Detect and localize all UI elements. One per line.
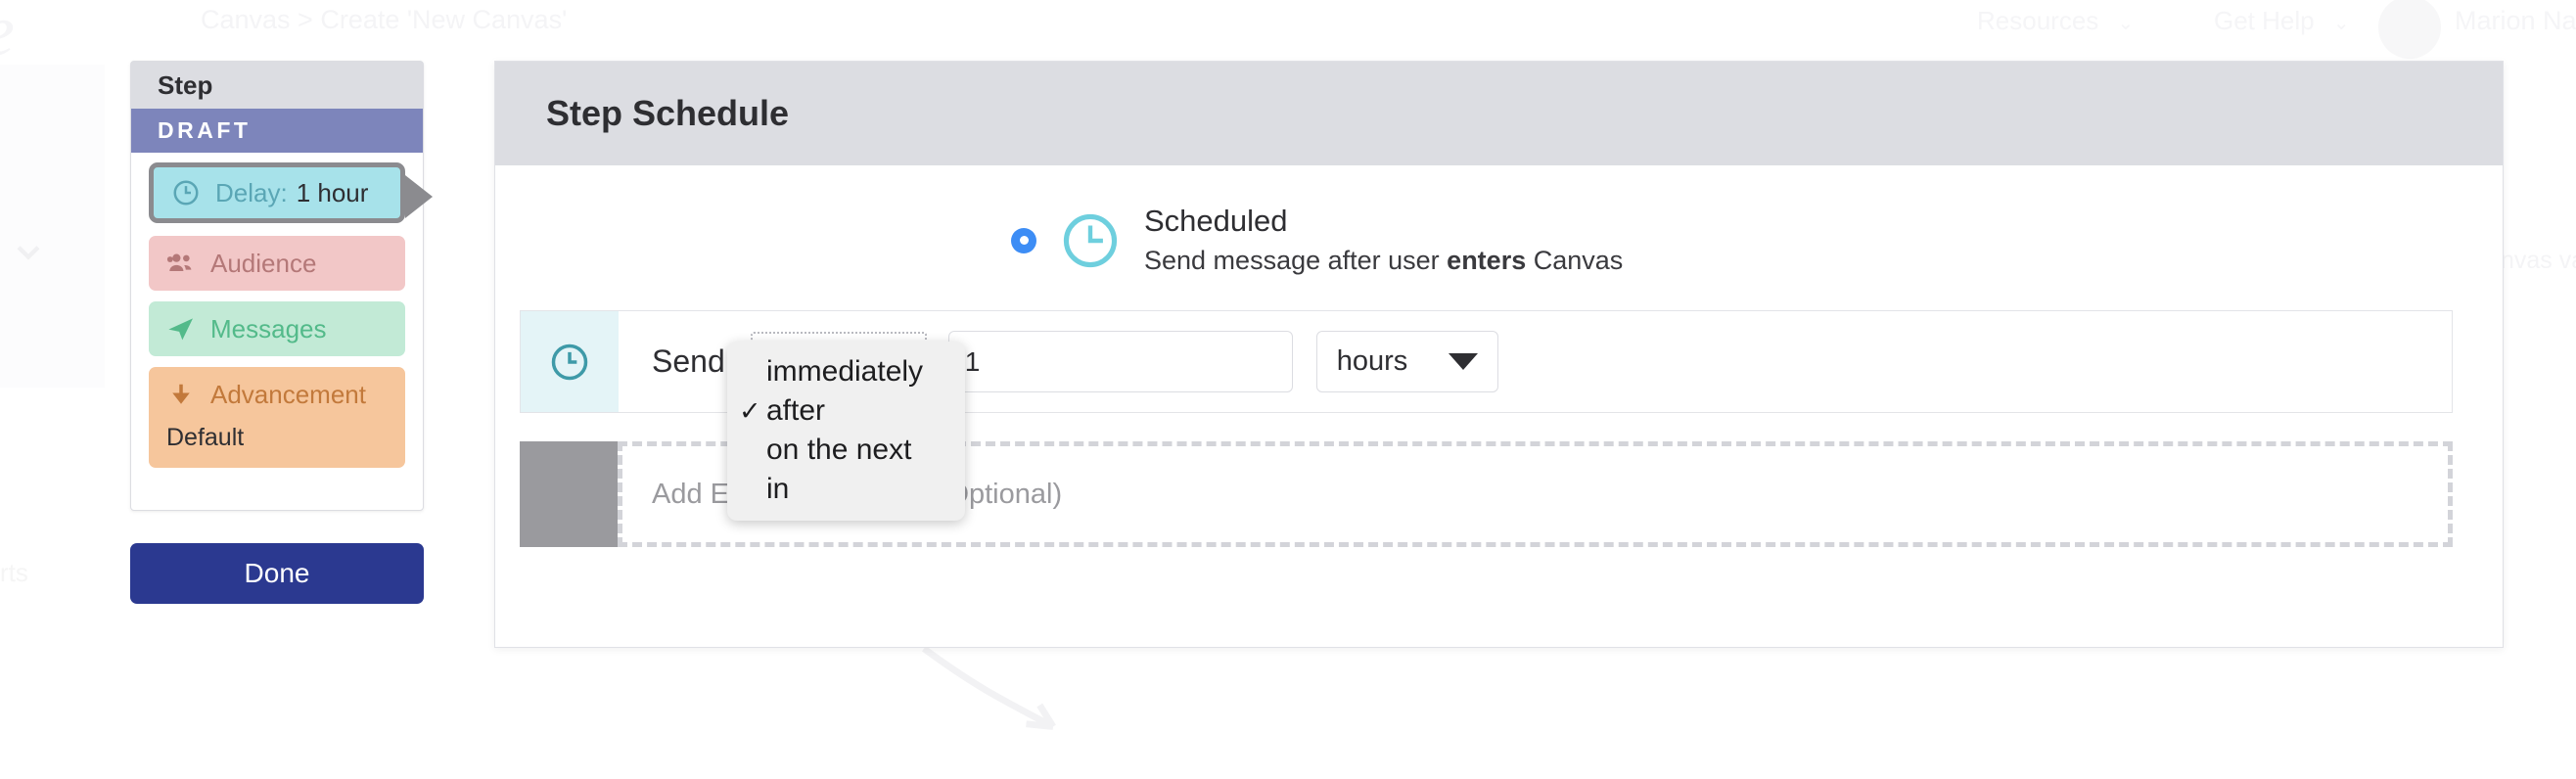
radio-scheduled-desc-before: Send message after user [1144, 246, 1447, 275]
delay-unit-select[interactable]: hours [1316, 331, 1498, 392]
step-schedule-body: Scheduled Send message after user enters… [495, 165, 2503, 279]
dropdown-item-on-the-next[interactable]: on the next [727, 431, 965, 470]
connector-arrow-icon [920, 646, 1057, 754]
caret-down-icon [1449, 353, 1478, 370]
when-select-dropdown-menu: immediately ✓ after on the next in [727, 342, 965, 521]
selected-step-pointer-icon [405, 175, 433, 218]
background-left-rail [0, 65, 105, 388]
step-chip-messages[interactable]: Messages [149, 301, 405, 356]
page-title: Step Schedule [546, 93, 789, 134]
paper-plane-icon [164, 313, 198, 344]
delay-unit-value: hours [1337, 345, 1408, 378]
step-chip-advancement[interactable]: Advancement Default [149, 367, 405, 468]
radio-option-scheduled[interactable]: Scheduled Send message after user enters… [1011, 203, 1623, 279]
status-badge-label: DRAFT [158, 117, 251, 144]
schedule-type-radio-group: Scheduled Send message after user enters… [495, 165, 2503, 279]
radio-scheduled-desc-after: Canvas [1526, 246, 1623, 275]
step-chip-advancement-label: Advancement [210, 380, 366, 410]
nav-resources-label: Resources [1977, 6, 2098, 35]
chevron-down-icon [12, 235, 45, 268]
clock-icon [548, 341, 591, 384]
radio-scheduled-text: Scheduled Send message after user enters… [1144, 203, 1623, 279]
app-root: e Canvas > Create 'New Canvas' Resources… [0, 0, 2576, 779]
dropdown-item-after[interactable]: ✓ after [727, 391, 965, 431]
chevron-down-icon: ⌄ [2118, 11, 2135, 35]
nav-item-resources[interactable]: Resources ⌄ [1977, 6, 2134, 36]
send-row-icon-stripe [521, 311, 619, 412]
step-chip-advancement-value: Default [164, 424, 390, 452]
status-badge: DRAFT [131, 109, 423, 153]
radio-scheduled-desc: Send message after user enters Canvas [1144, 243, 1623, 278]
clock-icon [169, 178, 203, 207]
breadcrumb: Canvas > Create 'New Canvas' [201, 5, 567, 35]
background-canvas-variant-label: nvas va [2501, 247, 2576, 275]
step-chip-messages-label: Messages [210, 314, 327, 344]
step-chip-advancement-row: Advancement [164, 380, 390, 410]
send-label: Send [652, 344, 725, 380]
chevron-down-icon: ⌄ [2333, 11, 2350, 35]
dropdown-item-in-label: in [766, 473, 789, 506]
check-icon: ✓ [739, 396, 766, 427]
step-card-body: Delay: 1 hour Audience [131, 153, 423, 494]
dropdown-item-immediately-label: immediately [766, 355, 923, 389]
dropdown-item-in[interactable]: in [727, 470, 965, 509]
step-chip-audience[interactable]: Audience [149, 236, 405, 291]
delay-amount-input[interactable] [948, 331, 1293, 392]
step-card-header: Step [131, 62, 423, 109]
dropdown-item-immediately[interactable]: immediately [727, 352, 965, 391]
reports-nav-label: rts [0, 558, 28, 588]
nav-get-help-label: Get Help [2214, 6, 2315, 35]
radio-scheduled-input[interactable] [1011, 228, 1036, 253]
radio-scheduled-desc-bold: enters [1447, 246, 1526, 275]
step-card-title: Step [158, 70, 212, 101]
exception-row-stripe [520, 441, 618, 547]
step-card: Step DRAFT Delay: 1 hour [130, 61, 424, 511]
arrow-down-icon [164, 381, 198, 410]
people-icon [164, 248, 198, 279]
brand-logo: e [0, 0, 15, 73]
dropdown-item-on-the-next-label: on the next [766, 434, 911, 467]
done-button[interactable]: Done [130, 543, 424, 604]
radio-scheduled-title: Scheduled [1144, 203, 1623, 239]
step-schedule-header: Step Schedule [495, 62, 2503, 165]
step-chip-delay-label: Delay: [215, 178, 288, 208]
user-name-label: Marion Nar [2455, 6, 2576, 36]
step-chip-audience-label: Audience [210, 249, 316, 279]
step-chip-delay[interactable]: Delay: 1 hour [149, 162, 405, 223]
step-chip-delay-value: 1 hour [297, 178, 369, 208]
clock-circle-icon [1060, 210, 1121, 271]
nav-item-get-help[interactable]: Get Help ⌄ [2214, 6, 2350, 36]
dropdown-item-after-label: after [766, 394, 825, 428]
